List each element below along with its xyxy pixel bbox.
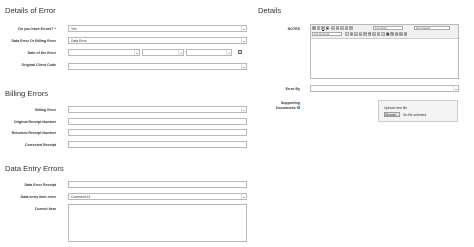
styles-icon[interactable]: ¶ [349,26,353,30]
returned-receipt-label: Returned Receipt Number [11,131,56,135]
no-file-text: No file selected. [403,113,428,117]
browse-button[interactable]: Browse... [384,112,400,117]
returned-receipt-input[interactable] [68,129,247,136]
corrected-receipt-input[interactable] [68,141,247,148]
calendar-icon[interactable] [238,50,242,54]
section-title-details: Details [258,6,282,15]
cleanup-icon[interactable]: ✎ [390,32,394,36]
billing-error-select[interactable] [68,106,247,113]
font-size-select[interactable]: Font Size [373,25,403,31]
required-marker: * [53,27,56,31]
upload-title: Upload new file [384,106,408,110]
data-error-receipt-label: Data Error Receipt [24,183,56,187]
client-code-select[interactable] [68,63,247,70]
bold-icon[interactable]: B [312,26,316,30]
notes-label: NOTES [287,27,300,31]
section-title-billing-errors: Billing Errors [5,89,49,98]
billing-error-label: Billing Error [35,108,56,112]
chevron-down-icon [241,38,246,43]
italic-icon[interactable]: I [316,26,321,30]
errors-select[interactable]: Yes [68,25,247,32]
chevron-down-icon [226,50,231,55]
error-by-label: Error By [285,87,300,91]
chevron-down-icon [178,50,183,55]
chevron-down-icon [241,26,246,31]
error-type-select[interactable]: Data Error [68,37,247,44]
item-error-select[interactable]: Comment #1 [68,193,247,200]
anchor-icon[interactable]: ⚓ [381,32,385,36]
correct-item-textarea[interactable] [68,204,247,242]
error-type-label: Data Error Or Billing Error [11,39,56,43]
date-month-select[interactable] [142,49,184,56]
info-icon[interactable]: i [296,105,300,110]
supporting-docs-label: Supporting Documents i [276,101,300,110]
redo-icon[interactable]: ↷ [367,32,372,36]
align-left-icon[interactable]: ≡ [331,26,335,30]
image-icon[interactable]: ▣ [385,32,389,36]
align-right-icon[interactable]: ≡ [340,26,344,30]
original-receipt-input[interactable] [68,118,247,125]
undo-icon[interactable]: ↶ [363,32,367,36]
date-label: Date of the Error [27,51,56,55]
notes-editor[interactable]: B I U S ≡ ≡ ≡ ≡ ¶ Font Size Font Family … [310,24,459,79]
numbered-list-icon[interactable]: 1 [349,32,354,36]
justify-icon[interactable]: ≡ [344,26,349,30]
file-upload-box: Upload new file Browse... No file select… [378,100,458,122]
underline-icon[interactable]: U [321,26,325,30]
code-icon[interactable]: <> [394,32,399,36]
chevron-down-icon [241,194,246,199]
errors-label: Do you have Errors? * [18,27,56,31]
date-year-select[interactable] [186,49,232,56]
align-center-icon[interactable]: ≡ [335,26,340,30]
chevron-down-icon [241,107,246,112]
original-receipt-label: Original Receipt Number [13,120,56,124]
section-title-details-of-error: Details of Error [5,6,56,15]
unlink-icon[interactable]: × [376,32,381,36]
correct-item-label: Correct Item [34,207,56,211]
font-family-select[interactable]: Font Family [414,25,450,31]
date-day-select[interactable] [68,49,140,56]
chevron-down-icon [241,64,246,69]
editor-toolbar: B I U S ≡ ≡ ≡ ≡ ¶ Font Size Font Family … [311,25,458,39]
item-error-label: Data entry item error [20,195,56,199]
chevron-down-icon [134,50,139,55]
section-title-data-entry-errors: Data Entry Errors [5,164,64,173]
error-by-select[interactable] [310,85,459,92]
bg-color-icon[interactable]: A [403,32,408,36]
link-icon[interactable]: ∞ [372,32,376,36]
strikethrough-icon[interactable]: S [325,26,330,30]
font-format-select[interactable]: Font Format [312,32,342,37]
client-code-label: Original Client Code [21,63,56,67]
outdent-icon[interactable]: « [354,32,358,36]
bullet-list-icon[interactable]: • [345,32,349,36]
indent-icon[interactable]: » [358,32,363,36]
data-error-receipt-input[interactable] [68,181,247,188]
corrected-receipt-label: Corrected Receipt [25,143,56,147]
text-color-icon[interactable]: A [399,32,403,36]
chevron-down-icon [453,86,458,91]
